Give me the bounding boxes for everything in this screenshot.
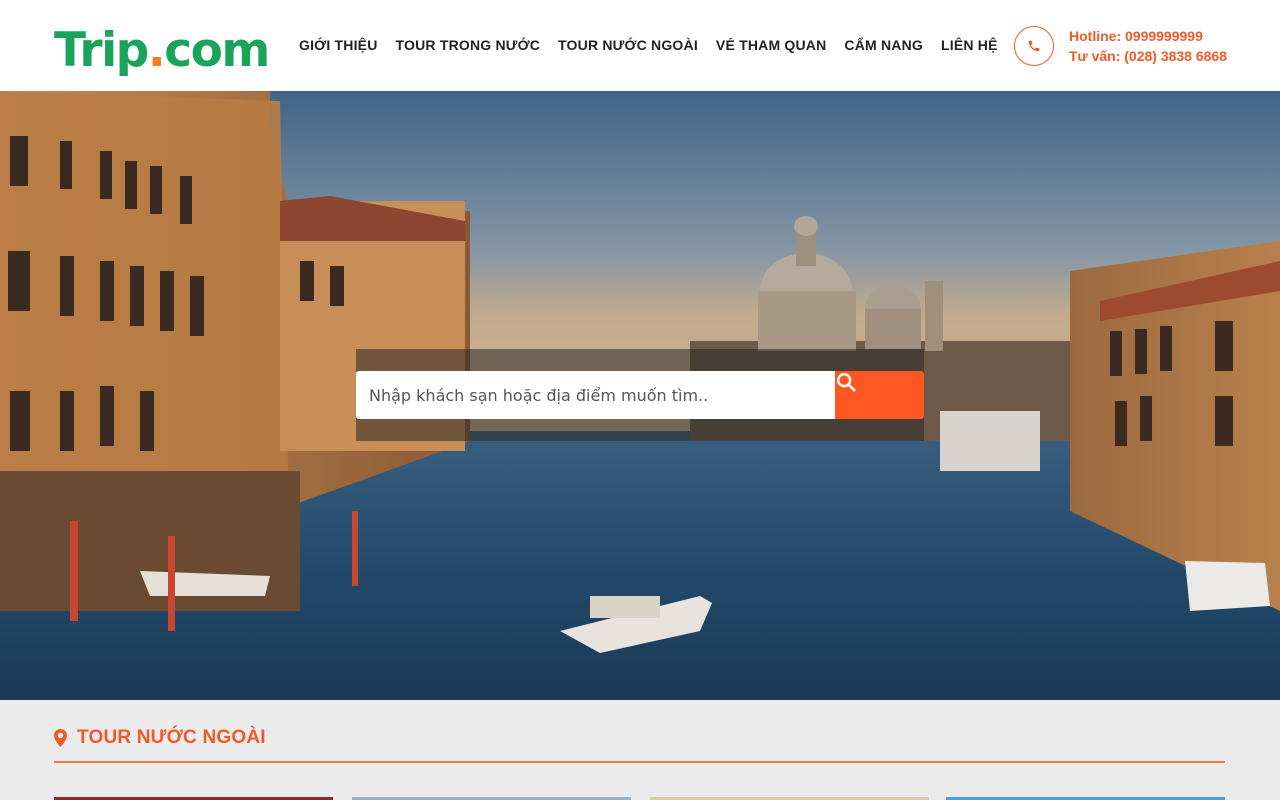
logo-text-tld: com [164,23,270,78]
logo-text-dot: . [147,23,166,78]
logo-text-main: Trip [54,23,149,78]
nav-item-ve-tham-quan[interactable]: VÉ THAM QUAN [716,37,827,53]
contact-info: Hotline: 0999999999 Tư vấn: (028) 3838 6… [1069,26,1227,66]
logo[interactable]: Trip. com [54,14,270,78]
search-icon [837,373,856,392]
nav-item-tour-nuoc-ngoai[interactable]: TOUR NƯỚC NGOÀI [558,37,698,53]
nav-item-gioi-thieu[interactable]: GIỚI THIỆU [299,37,378,53]
hotline-text[interactable]: Hotline: 0999999999 [1069,26,1227,46]
site-header: Trip. com GIỚI THIỆU TOUR TRONG NƯỚC TOUR… [0,0,1280,91]
nav-item-lien-he[interactable]: LIÊN HỆ [941,37,998,53]
phone-icon[interactable] [1014,26,1054,66]
advice-text[interactable]: Tư vấn: (028) 3838 6868 [1069,46,1227,66]
phone-icon-glyph [1028,40,1040,52]
map-pin-icon [54,729,67,747]
search-button[interactable] [835,371,924,419]
main-nav: GIỚI THIỆU TOUR TRONG NƯỚC TOUR NƯỚC NGO… [299,37,1016,53]
hero-banner [0,91,1280,700]
section-divider [54,761,1225,763]
nav-item-tour-trong-nuoc[interactable]: TOUR TRONG NƯỚC [396,37,541,53]
section-title[interactable]: TOUR NƯỚC NGOÀI [77,727,266,749]
search-input[interactable] [356,371,836,419]
nav-item-cam-nang[interactable]: CẨM NANG [844,37,923,53]
section-tour-nuoc-ngoai: TOUR NƯỚC NGOÀI [0,700,1280,800]
section-header: TOUR NƯỚC NGOÀI [54,727,266,749]
